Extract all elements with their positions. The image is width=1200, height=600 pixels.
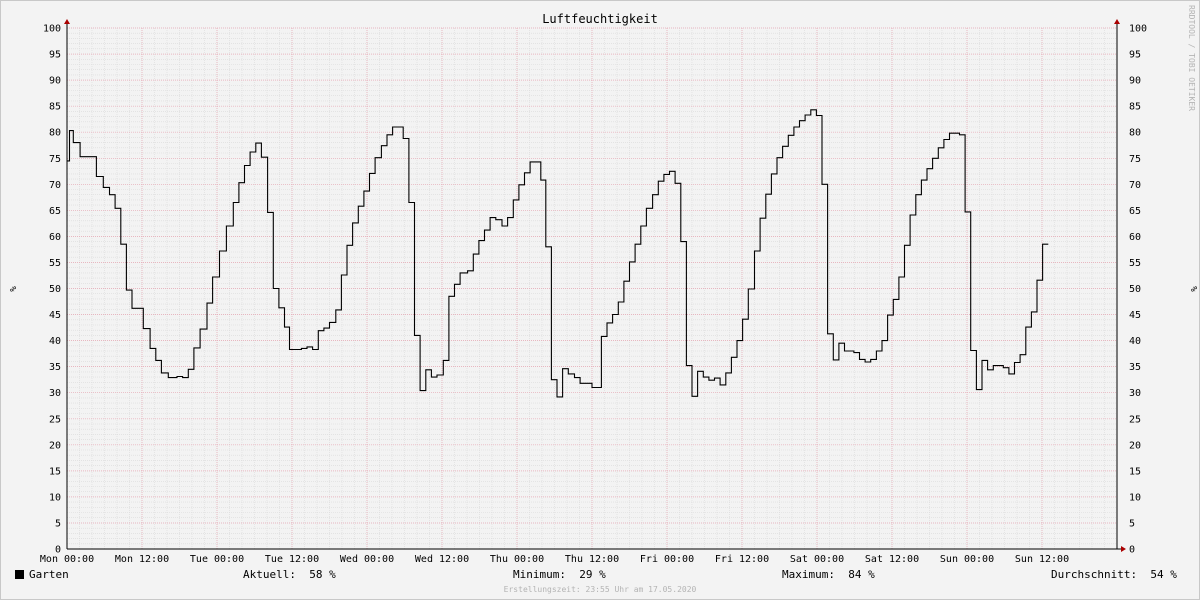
x-tick-label: Wed 12:00	[415, 554, 469, 565]
y-tick-label-left: 40	[49, 336, 61, 347]
y-tick-label-right: 95	[1129, 50, 1141, 61]
y-tick-label-left: 50	[49, 284, 61, 295]
legend-label: Garten	[29, 568, 69, 581]
x-tick-label: Fri 12:00	[715, 554, 769, 565]
y-axis-arrow-right	[1114, 19, 1120, 24]
y-axis-label-right: %	[1188, 286, 1198, 292]
x-tick-label: Wed 00:00	[340, 554, 394, 565]
y-tick-label-right: 90	[1129, 76, 1141, 87]
y-tick-label-left: 20	[49, 440, 61, 451]
x-axis-arrow	[1121, 546, 1126, 552]
x-tick-label: Mon 00:00	[40, 554, 94, 565]
current-value: 58 %	[309, 568, 336, 581]
y-tick-label-left: 55	[49, 258, 61, 269]
x-tick-label: Sat 00:00	[790, 554, 844, 565]
y-tick-label-right: 10	[1129, 492, 1141, 503]
y-tick-label-right: 5	[1129, 518, 1135, 529]
stat-minimum: Minimum: 29 %	[513, 568, 606, 581]
humidity-chart: Luftfeuchtigkeit % % RRDTOOL / TOBI OETI…	[7, 5, 1198, 565]
stat-current: Aktuell: 58 %	[243, 568, 336, 581]
x-tick-label: Sun 00:00	[940, 554, 994, 565]
legend-swatch	[15, 570, 24, 579]
y-tick-label-left: 90	[49, 76, 61, 87]
y-tick-label-right: 60	[1129, 232, 1141, 243]
stat-average: Durchschnitt: 54 %	[1051, 568, 1177, 581]
y-tick-label-left: 10	[49, 492, 61, 503]
y-tick-label-left: 70	[49, 180, 61, 191]
y-tick-label-left: 5	[55, 518, 61, 529]
y-tick-label-right: 20	[1129, 440, 1141, 451]
avg-value: 54 %	[1150, 568, 1177, 581]
max-value: 84 %	[848, 568, 875, 581]
y-tick-label-left: 60	[49, 232, 61, 243]
y-tick-label-right: 15	[1129, 466, 1141, 477]
y-tick-label-right: 30	[1129, 388, 1141, 399]
y-axis-arrow-left	[64, 19, 70, 24]
x-tick-label: Sat 12:00	[865, 554, 919, 565]
stat-maximum: Maximum: 84 %	[782, 568, 875, 581]
y-tick-label-left: 75	[49, 154, 61, 165]
y-tick-label-right: 70	[1129, 180, 1141, 191]
y-tick-label-left: 15	[49, 466, 61, 477]
y-tick-label-right: 25	[1129, 414, 1141, 425]
min-label: Minimum:	[513, 568, 566, 581]
y-tick-label-left: 85	[49, 102, 61, 113]
y-tick-label-right: 65	[1129, 206, 1141, 217]
y-tick-label-left: 25	[49, 414, 61, 425]
y-tick-label-left: 35	[49, 362, 61, 373]
creation-time: Erstellungszeit: 23:55 Uhr am 17.05.2020	[503, 585, 697, 594]
legend-entry: Garten	[15, 568, 69, 581]
y-tick-label-right: 0	[1129, 545, 1135, 556]
current-label: Aktuell:	[243, 568, 296, 581]
rrdtool-watermark: RRDTOOL / TOBI OETIKER	[1187, 5, 1196, 111]
y-tick-label-right: 50	[1129, 284, 1141, 295]
y-tick-label-right: 35	[1129, 362, 1141, 373]
x-tick-label: Tue 00:00	[190, 554, 244, 565]
y-tick-label-right: 55	[1129, 258, 1141, 269]
x-tick-label: Fri 00:00	[640, 554, 694, 565]
y-tick-label-right: 100	[1129, 24, 1147, 35]
x-tick-label: Thu 12:00	[565, 554, 619, 565]
y-tick-label-right: 80	[1129, 128, 1141, 139]
min-value: 29 %	[579, 568, 606, 581]
y-tick-label-right: 85	[1129, 102, 1141, 113]
y-tick-label-left: 30	[49, 388, 61, 399]
y-tick-label-left: 95	[49, 50, 61, 61]
y-tick-label-left: 45	[49, 310, 61, 321]
avg-label: Durchschnitt:	[1051, 568, 1138, 581]
max-label: Maximum:	[782, 568, 835, 581]
x-tick-label: Tue 12:00	[265, 554, 319, 565]
y-tick-label-right: 75	[1129, 154, 1141, 165]
y-axis-label-left: %	[7, 286, 17, 292]
x-tick-label: Sun 12:00	[1015, 554, 1069, 565]
chart-title: Luftfeuchtigkeit	[542, 12, 658, 26]
major-grid	[66, 27, 1118, 550]
y-tick-label-right: 45	[1129, 310, 1141, 321]
y-tick-label-right: 40	[1129, 336, 1141, 347]
y-tick-label-left: 65	[49, 206, 61, 217]
y-tick-label-left: 80	[49, 128, 61, 139]
x-tick-label: Thu 00:00	[490, 554, 544, 565]
x-tick-label: Mon 12:00	[115, 554, 169, 565]
y-tick-label-left: 100	[43, 24, 61, 35]
